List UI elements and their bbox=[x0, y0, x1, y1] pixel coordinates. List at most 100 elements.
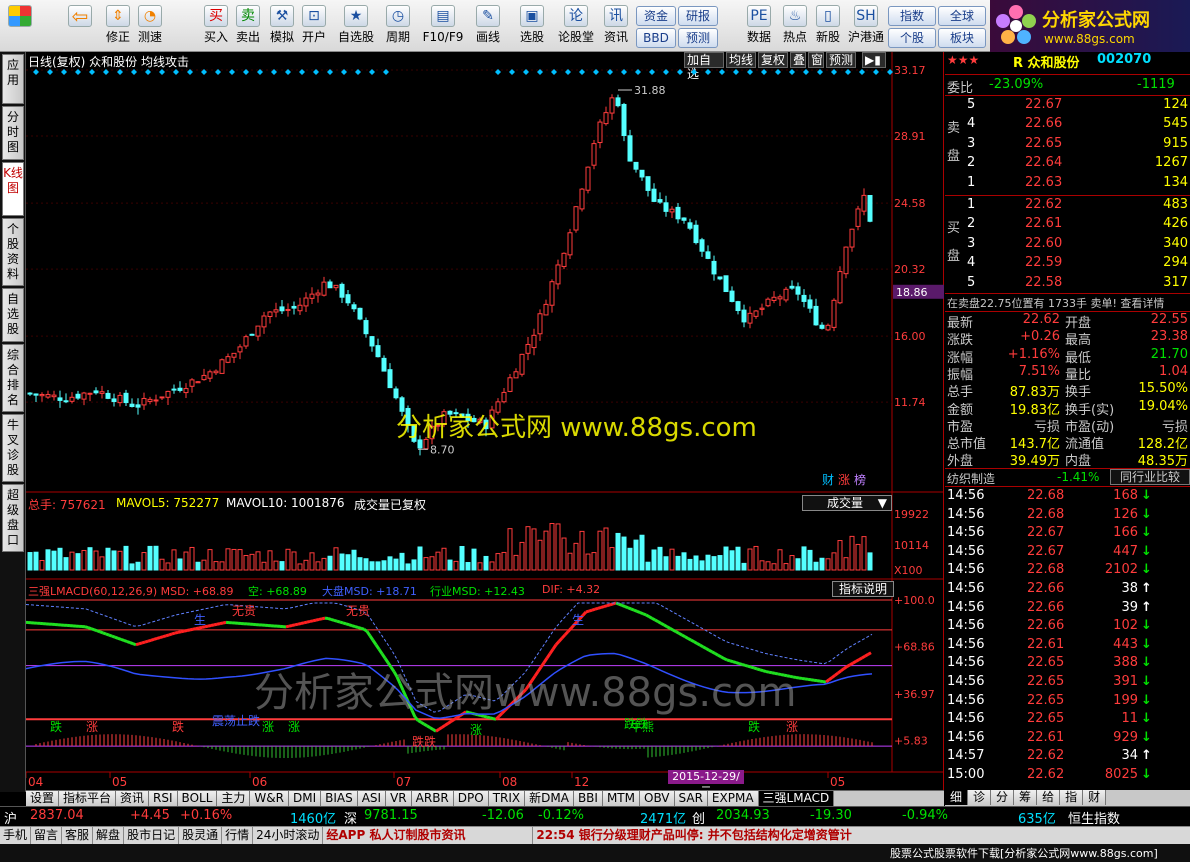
badge-1[interactable]: 涨 bbox=[838, 472, 850, 487]
right-tab-0[interactable]: 细 bbox=[945, 790, 969, 805]
hk-icon: SH bbox=[854, 5, 878, 27]
toolbar-button-12[interactable]: ▣ 选股 bbox=[512, 3, 552, 49]
asks-price[interactable]: 22.63 bbox=[1025, 175, 1062, 190]
left-tab-4[interactable]: 自选股 bbox=[2, 288, 24, 342]
indicator-tab-0[interactable]: 设置 bbox=[26, 791, 60, 806]
right-tab-4[interactable]: 给 bbox=[1037, 790, 1061, 805]
toolbar-button-9[interactable]: ◷ 周期 bbox=[378, 3, 418, 49]
quick-button-7[interactable]: 板块 bbox=[938, 28, 986, 48]
badge-2[interactable]: 榜 bbox=[854, 472, 866, 487]
indicator-tab-5[interactable]: 主力 bbox=[217, 791, 251, 806]
toolbar-button-13[interactable]: 论论股堂 bbox=[556, 3, 596, 49]
indicator-tab-6[interactable]: W&R bbox=[250, 791, 289, 806]
status-item-2[interactable]: 客服 bbox=[62, 827, 94, 844]
toolbar-button-6[interactable]: ⚒ 模拟 bbox=[266, 3, 298, 49]
quick-button-1[interactable]: 研报 bbox=[678, 6, 718, 26]
indicator-tab-15[interactable]: BBI bbox=[573, 791, 603, 806]
indicator-tab-20[interactable]: 三强LMACD bbox=[758, 791, 835, 806]
quick-button-6[interactable]: 个股 bbox=[888, 28, 936, 48]
indicator-tab-11[interactable]: ARBR bbox=[411, 791, 454, 806]
indicator-mark-9: 生 bbox=[194, 613, 206, 627]
right-tab-1[interactable]: 诊 bbox=[968, 790, 992, 805]
right-tab-6[interactable]: 财 bbox=[1083, 790, 1107, 805]
toolbar-button-4[interactable]: 买买入 bbox=[200, 3, 232, 49]
news-ticker-2[interactable]: 22:54 银行分级理财产品叫停: 并不包括结构化定增资管计 bbox=[533, 827, 913, 844]
toolbar-button-0[interactable] bbox=[2, 3, 38, 49]
toolbar-button-17[interactable]: ▯ 新股 bbox=[812, 3, 844, 49]
indicator-tab-4[interactable]: BOLL bbox=[177, 791, 218, 806]
quick-button-4[interactable]: 指数 bbox=[888, 6, 936, 26]
toolbar-button-8[interactable]: ★ 自选股 bbox=[336, 3, 376, 49]
status-item-6[interactable]: 行情 bbox=[222, 827, 254, 844]
indicator-tab-17[interactable]: OBV bbox=[640, 791, 675, 806]
indicator-tab-9[interactable]: ASI bbox=[357, 791, 387, 806]
indicator-tab-14[interactable]: 新DMA bbox=[525, 791, 574, 806]
indicator-tab-2[interactable]: 资讯 bbox=[116, 791, 150, 806]
toolbar-button-14[interactable]: 讯资讯 bbox=[598, 3, 634, 49]
status-item-3[interactable]: 解盘 bbox=[93, 827, 125, 844]
right-tab-3[interactable]: 筹 bbox=[1014, 790, 1038, 805]
status-item-4[interactable]: 股市日记 bbox=[124, 827, 180, 844]
status-item-5[interactable]: 股灵通 bbox=[179, 827, 223, 844]
tape-alert[interactable]: 在卖盘22.75位置有 1733手 卖单! 查看详情 bbox=[947, 295, 1164, 311]
indicator-mark-7: 无贵 bbox=[232, 604, 256, 618]
volume-select[interactable]: 成交量 ▼ bbox=[802, 495, 892, 511]
left-tab-1[interactable]: 分时图 bbox=[2, 106, 24, 160]
asks-price[interactable]: 22.66 bbox=[1025, 116, 1062, 131]
left-tab-5[interactable]: 综合排名 bbox=[2, 344, 24, 412]
toolbar-button-1[interactable]: ⇦ bbox=[62, 3, 98, 49]
msd-line-segment bbox=[566, 627, 573, 633]
quick-button-3[interactable]: 预测 bbox=[678, 28, 718, 48]
industry-name[interactable]: 纺织制造 bbox=[947, 470, 995, 487]
indicator-tab-3[interactable]: RSI bbox=[149, 791, 178, 806]
toolbar-button-18[interactable]: SH 沪港通 bbox=[846, 3, 886, 49]
compare-industry-button[interactable]: 同行业比较 bbox=[1110, 469, 1190, 485]
candle bbox=[507, 377, 513, 392]
bids-price[interactable]: 22.61 bbox=[1025, 216, 1062, 231]
asks-price[interactable]: 22.64 bbox=[1025, 155, 1062, 170]
toolbar-button-10[interactable]: ▤ F10/F9 bbox=[420, 3, 466, 49]
indicator-tab-19[interactable]: EXPMA bbox=[707, 791, 759, 806]
bids-price[interactable]: 22.60 bbox=[1025, 236, 1062, 251]
right-tab-5[interactable]: 指 bbox=[1060, 790, 1084, 805]
left-tab-6[interactable]: 牛叉诊股 bbox=[2, 414, 24, 482]
asks-price[interactable]: 22.65 bbox=[1025, 136, 1062, 151]
bids-price[interactable]: 22.59 bbox=[1025, 255, 1062, 270]
status-item-7[interactable]: 24小时滚动 bbox=[253, 827, 324, 844]
quick-button-2[interactable]: BBD bbox=[636, 28, 676, 48]
left-tab-7[interactable]: 超级盘口 bbox=[2, 484, 24, 552]
volume-bar bbox=[369, 561, 375, 571]
left-tab-3[interactable]: 个股资料 bbox=[2, 218, 24, 286]
indicator-tab-18[interactable]: SAR bbox=[674, 791, 708, 806]
left-tab-2[interactable]: K线图 bbox=[2, 162, 24, 216]
msd-line-segment bbox=[90, 627, 95, 632]
toolbar-button-3[interactable]: ◔ 测速 bbox=[134, 3, 166, 49]
quick-button-5[interactable]: 全球 bbox=[938, 6, 986, 26]
indicator-help-button[interactable]: 指标说明 bbox=[832, 581, 894, 597]
news-ticker-1[interactable]: 经APP 私人订制股市资讯 bbox=[323, 827, 534, 844]
toolbar-button-2[interactable]: ⇕ 修正 bbox=[102, 3, 134, 49]
bids-price[interactable]: 22.58 bbox=[1025, 275, 1062, 290]
left-tab-0[interactable]: 应用 bbox=[2, 54, 24, 104]
badge-0[interactable]: 财 bbox=[822, 473, 834, 487]
indicator-tab-1[interactable]: 指标平台 bbox=[59, 791, 117, 806]
indicator-tab-10[interactable]: VR bbox=[386, 791, 412, 806]
candle bbox=[753, 310, 759, 317]
status-item-0[interactable]: 手机 bbox=[0, 827, 32, 844]
asks-price[interactable]: 22.67 bbox=[1025, 97, 1062, 112]
right-tab-2[interactable]: 分 bbox=[991, 790, 1015, 805]
indicator-tab-16[interactable]: MTM bbox=[602, 791, 640, 806]
bids-price[interactable]: 22.62 bbox=[1025, 197, 1062, 212]
toolbar-button-7[interactable]: ⊡ 开户 bbox=[298, 3, 330, 49]
toolbar-button-11[interactable]: ✎ 画线 bbox=[468, 3, 508, 49]
quick-button-0[interactable]: 资金 bbox=[636, 6, 676, 26]
kline-chart-panel[interactable]: 日线(复权) 众和股份 均线攻击 加自选均线复权叠窗预测▶▮ 33.1728.9… bbox=[26, 52, 944, 797]
indicator-tab-7[interactable]: DMI bbox=[288, 791, 322, 806]
status-item-1[interactable]: 留言 bbox=[31, 827, 63, 844]
toolbar-button-5[interactable]: 卖卖出 bbox=[232, 3, 264, 49]
indicator-tab-13[interactable]: TRIX bbox=[488, 791, 526, 806]
toolbar-button-16[interactable]: ♨ 热点 bbox=[778, 3, 812, 49]
indicator-tab-8[interactable]: BIAS bbox=[321, 791, 358, 806]
toolbar-button-15[interactable]: PE 数据 bbox=[742, 3, 776, 49]
indicator-tab-12[interactable]: DPO bbox=[453, 791, 489, 806]
